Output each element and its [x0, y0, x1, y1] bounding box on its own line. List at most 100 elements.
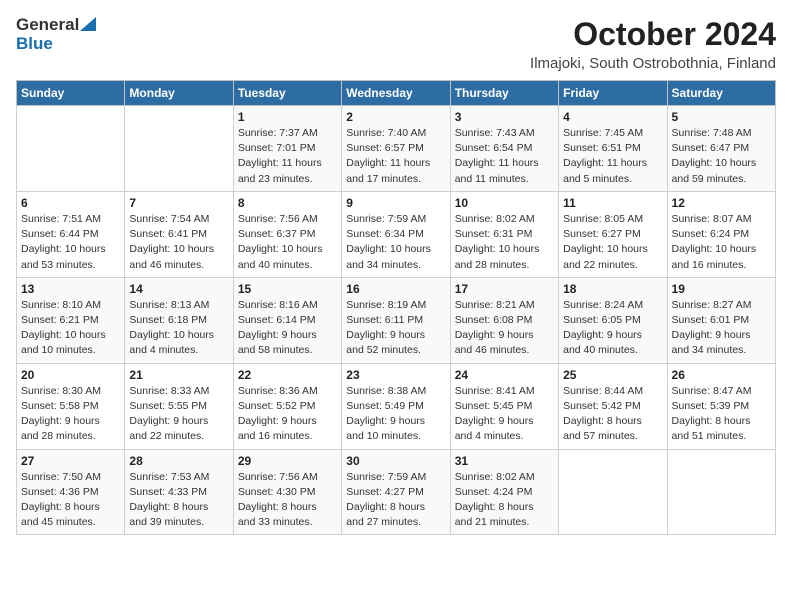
calendar-header-wednesday: Wednesday: [342, 81, 450, 106]
logo: General Blue: [16, 16, 96, 53]
day-number: 26: [672, 368, 771, 382]
calendar-cell: 5 Sunrise: 7:48 AM Sunset: 6:47 PM Daylig…: [667, 106, 775, 192]
day-detail: Sunrise: 7:51 AM Sunset: 6:44 PM Dayligh…: [21, 212, 120, 273]
calendar-cell: [667, 449, 775, 535]
calendar-header-thursday: Thursday: [450, 81, 558, 106]
day-number: 27: [21, 454, 120, 468]
day-number: 19: [672, 282, 771, 296]
calendar-week-5: 27Sunrise: 7:50 AM Sunset: 4:36 PM Dayli…: [17, 449, 776, 535]
calendar-cell: 27Sunrise: 7:50 AM Sunset: 4:36 PM Dayli…: [17, 449, 125, 535]
day-number: 31: [455, 454, 554, 468]
day-detail: Sunrise: 8:38 AM Sunset: 5:49 PM Dayligh…: [346, 384, 445, 445]
calendar-cell: 3 Sunrise: 7:43 AM Sunset: 6:54 PM Daylig…: [450, 106, 558, 192]
calendar-cell: 1 Sunrise: 7:37 AM Sunset: 7:01 PM Daylig…: [233, 106, 341, 192]
calendar-header-monday: Monday: [125, 81, 233, 106]
day-number: 2: [346, 110, 445, 124]
day-detail: Sunrise: 8:16 AM Sunset: 6:14 PM Dayligh…: [238, 298, 337, 359]
day-detail: Sunrise: 7:37 AM Sunset: 7:01 PM Dayligh…: [238, 126, 337, 187]
calendar-cell: [17, 106, 125, 192]
logo-icon: [80, 17, 96, 31]
day-detail: Sunrise: 8:13 AM Sunset: 6:18 PM Dayligh…: [129, 298, 228, 359]
day-number: 28: [129, 454, 228, 468]
day-number: 30: [346, 454, 445, 468]
day-number: 13: [21, 282, 120, 296]
calendar-header-tuesday: Tuesday: [233, 81, 341, 106]
day-detail: Sunrise: 8:44 AM Sunset: 5:42 PM Dayligh…: [563, 384, 662, 445]
day-number: 4: [563, 110, 662, 124]
calendar-week-4: 20 Sunrise: 8:30 AM Sunset: 5:58 PM Dayli…: [17, 363, 776, 449]
calendar-cell: 20 Sunrise: 8:30 AM Sunset: 5:58 PM Dayli…: [17, 363, 125, 449]
calendar-cell: 8Sunrise: 7:56 AM Sunset: 6:37 PM Daylig…: [233, 191, 341, 277]
calendar-cell: 21Sunrise: 8:33 AM Sunset: 5:55 PM Dayli…: [125, 363, 233, 449]
day-number: 24: [455, 368, 554, 382]
calendar-cell: 16 Sunrise: 8:19 AM Sunset: 6:11 PM Dayli…: [342, 277, 450, 363]
day-number: 5: [672, 110, 771, 124]
day-detail: Sunrise: 8:47 AM Sunset: 5:39 PM Dayligh…: [672, 384, 771, 445]
calendar-cell: 23 Sunrise: 8:38 AM Sunset: 5:49 PM Dayli…: [342, 363, 450, 449]
day-detail: Sunrise: 8:02 AM Sunset: 6:31 PM Dayligh…: [455, 212, 554, 273]
day-number: 17: [455, 282, 554, 296]
logo-general-text: General: [16, 16, 79, 35]
day-detail: Sunrise: 7:40 AM Sunset: 6:57 PM Dayligh…: [346, 126, 445, 187]
calendar-header-friday: Friday: [559, 81, 667, 106]
day-number: 11: [563, 196, 662, 210]
day-detail: Sunrise: 8:02 AM Sunset: 4:24 PM Dayligh…: [455, 470, 554, 531]
day-detail: Sunrise: 8:27 AM Sunset: 6:01 PM Dayligh…: [672, 298, 771, 359]
calendar-cell: 9 Sunrise: 7:59 AM Sunset: 6:34 PM Daylig…: [342, 191, 450, 277]
calendar-cell: 25Sunrise: 8:44 AM Sunset: 5:42 PM Dayli…: [559, 363, 667, 449]
calendar-cell: 10 Sunrise: 8:02 AM Sunset: 6:31 PM Dayli…: [450, 191, 558, 277]
calendar-cell: 4 Sunrise: 7:45 AM Sunset: 6:51 PM Daylig…: [559, 106, 667, 192]
day-detail: Sunrise: 7:45 AM Sunset: 6:51 PM Dayligh…: [563, 126, 662, 187]
day-number: 12: [672, 196, 771, 210]
day-detail: Sunrise: 8:19 AM Sunset: 6:11 PM Dayligh…: [346, 298, 445, 359]
day-number: 1: [238, 110, 337, 124]
calendar-title: October 2024: [530, 16, 776, 53]
calendar-cell: 12Sunrise: 8:07 AM Sunset: 6:24 PM Dayli…: [667, 191, 775, 277]
calendar-cell: 26 Sunrise: 8:47 AM Sunset: 5:39 PM Dayli…: [667, 363, 775, 449]
day-detail: Sunrise: 7:43 AM Sunset: 6:54 PM Dayligh…: [455, 126, 554, 187]
page-header: General Blue October 2024 Ilmajoki, Sout…: [16, 16, 776, 72]
calendar-subtitle: Ilmajoki, South Ostrobothnia, Finland: [530, 55, 776, 72]
day-number: 29: [238, 454, 337, 468]
day-detail: Sunrise: 8:10 AM Sunset: 6:21 PM Dayligh…: [21, 298, 120, 359]
calendar-header-sunday: Sunday: [17, 81, 125, 106]
day-detail: Sunrise: 8:24 AM Sunset: 6:05 PM Dayligh…: [563, 298, 662, 359]
day-detail: Sunrise: 7:59 AM Sunset: 6:34 PM Dayligh…: [346, 212, 445, 273]
day-detail: Sunrise: 7:56 AM Sunset: 6:37 PM Dayligh…: [238, 212, 337, 273]
day-detail: Sunrise: 7:59 AM Sunset: 4:27 PM Dayligh…: [346, 470, 445, 531]
calendar-cell: 29 Sunrise: 7:56 AM Sunset: 4:30 PM Dayli…: [233, 449, 341, 535]
calendar-week-3: 13 Sunrise: 8:10 AM Sunset: 6:21 PM Dayli…: [17, 277, 776, 363]
calendar-cell: 28 Sunrise: 7:53 AM Sunset: 4:33 PM Dayli…: [125, 449, 233, 535]
calendar-cell: 2 Sunrise: 7:40 AM Sunset: 6:57 PM Daylig…: [342, 106, 450, 192]
day-detail: Sunrise: 8:21 AM Sunset: 6:08 PM Dayligh…: [455, 298, 554, 359]
calendar-cell: 6 Sunrise: 7:51 AM Sunset: 6:44 PM Daylig…: [17, 191, 125, 277]
day-detail: Sunrise: 8:33 AM Sunset: 5:55 PM Dayligh…: [129, 384, 228, 445]
day-detail: Sunrise: 7:56 AM Sunset: 4:30 PM Dayligh…: [238, 470, 337, 531]
calendar-cell: 24Sunrise: 8:41 AM Sunset: 5:45 PM Dayli…: [450, 363, 558, 449]
day-detail: Sunrise: 8:05 AM Sunset: 6:27 PM Dayligh…: [563, 212, 662, 273]
calendar-cell: [559, 449, 667, 535]
calendar-cell: 11 Sunrise: 8:05 AM Sunset: 6:27 PM Dayli…: [559, 191, 667, 277]
day-number: 10: [455, 196, 554, 210]
day-number: 16: [346, 282, 445, 296]
day-number: 3: [455, 110, 554, 124]
day-number: 6: [21, 196, 120, 210]
day-detail: Sunrise: 8:36 AM Sunset: 5:52 PM Dayligh…: [238, 384, 337, 445]
day-number: 14: [129, 282, 228, 296]
calendar-cell: 30 Sunrise: 7:59 AM Sunset: 4:27 PM Dayli…: [342, 449, 450, 535]
calendar-cell: 22Sunrise: 8:36 AM Sunset: 5:52 PM Dayli…: [233, 363, 341, 449]
calendar-week-2: 6 Sunrise: 7:51 AM Sunset: 6:44 PM Daylig…: [17, 191, 776, 277]
calendar-cell: [125, 106, 233, 192]
day-detail: Sunrise: 8:30 AM Sunset: 5:58 PM Dayligh…: [21, 384, 120, 445]
day-detail: Sunrise: 7:48 AM Sunset: 6:47 PM Dayligh…: [672, 126, 771, 187]
day-detail: Sunrise: 7:54 AM Sunset: 6:41 PM Dayligh…: [129, 212, 228, 273]
day-number: 20: [21, 368, 120, 382]
calendar-cell: 17 Sunrise: 8:21 AM Sunset: 6:08 PM Dayli…: [450, 277, 558, 363]
day-detail: Sunrise: 7:53 AM Sunset: 4:33 PM Dayligh…: [129, 470, 228, 531]
calendar-cell: 19 Sunrise: 8:27 AM Sunset: 6:01 PM Dayli…: [667, 277, 775, 363]
day-number: 23: [346, 368, 445, 382]
day-number: 15: [238, 282, 337, 296]
calendar-week-1: 1 Sunrise: 7:37 AM Sunset: 7:01 PM Daylig…: [17, 106, 776, 192]
day-number: 9: [346, 196, 445, 210]
calendar-cell: 31 Sunrise: 8:02 AM Sunset: 4:24 PM Dayli…: [450, 449, 558, 535]
